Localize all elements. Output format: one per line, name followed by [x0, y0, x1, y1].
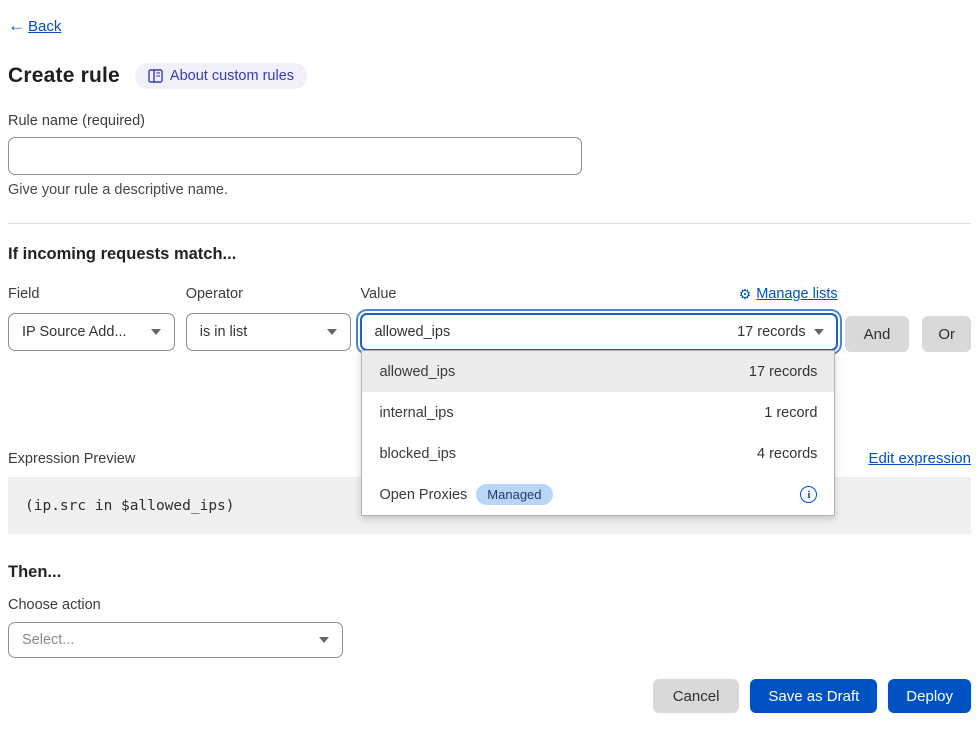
list-records: 1 record [764, 405, 817, 421]
deploy-button[interactable]: Deploy [888, 679, 971, 713]
edit-expression-link[interactable]: Edit expression [868, 450, 971, 467]
back-arrow-icon: ← [8, 16, 25, 36]
action-select[interactable]: Select... [8, 622, 343, 658]
dropdown-item-blocked-ips[interactable]: blocked_ips 4 records [362, 433, 834, 474]
cancel-button[interactable]: Cancel [653, 679, 740, 713]
chevron-down-icon [151, 329, 161, 335]
rule-name-input[interactable] [8, 137, 582, 175]
about-custom-rules-label: About custom rules [170, 68, 294, 84]
value-dropdown-panel: allowed_ips 17 records internal_ips 1 re… [361, 350, 835, 516]
then-section-heading: Then... [8, 563, 971, 582]
gear-icon: ⚙ [739, 286, 752, 303]
page-title: Create rule [8, 64, 120, 88]
operator-select-value: is in list [200, 324, 248, 340]
book-icon [148, 69, 163, 83]
dropdown-item-open-proxies[interactable]: Open Proxies Managed i [362, 474, 834, 515]
rule-name-label: Rule name (required) [8, 113, 971, 129]
chevron-down-icon [814, 329, 824, 335]
value-label: Value [360, 286, 396, 302]
value-select-wrap: allowed_ips 17 records allowed_ips 17 re… [360, 303, 837, 351]
back-link-label: Back [28, 18, 61, 35]
field-column: Field IP Source Add... [8, 285, 175, 351]
create-rule-page: ← Back Create rule About custom rules Ru… [0, 0, 979, 713]
about-custom-rules-link[interactable]: About custom rules [135, 63, 307, 89]
value-column: Value ⚙ Manage lists allowed_ips 17 reco… [360, 285, 837, 351]
expression-code: (ip.src in $allowed_ips) [25, 498, 235, 514]
field-label: Field [8, 286, 39, 302]
section-divider [8, 223, 971, 224]
info-icon[interactable]: i [800, 486, 817, 503]
operator-label: Operator [186, 286, 243, 302]
and-button[interactable]: And [845, 316, 910, 352]
field-select-value: IP Source Add... [22, 324, 127, 340]
list-records: 17 records [749, 364, 818, 380]
list-name: Open Proxies [379, 487, 467, 503]
andor-buttons: And Or [845, 285, 971, 352]
save-as-draft-button[interactable]: Save as Draft [750, 679, 877, 713]
chevron-down-icon [319, 637, 329, 643]
or-button[interactable]: Or [922, 316, 971, 352]
list-name: internal_ips [379, 405, 453, 421]
dropdown-item-allowed-ips[interactable]: allowed_ips 17 records [362, 351, 834, 392]
action-select-placeholder: Select... [22, 632, 74, 648]
managed-badge: Managed [476, 484, 552, 505]
value-select-value: allowed_ips [374, 324, 450, 340]
operator-column: Operator is in list [186, 285, 352, 351]
operator-select[interactable]: is in list [186, 313, 352, 351]
title-row: Create rule About custom rules [8, 63, 971, 89]
chevron-down-icon [327, 329, 337, 335]
choose-action-label: Choose action [8, 597, 971, 613]
back-link[interactable]: ← Back [8, 16, 61, 36]
manage-lists-label: Manage lists [756, 286, 837, 302]
condition-row: Field IP Source Add... Operator is in li… [8, 285, 971, 352]
list-name: blocked_ips [379, 446, 456, 462]
value-select-records: 17 records [737, 324, 806, 340]
manage-lists-link[interactable]: ⚙ Manage lists [739, 286, 838, 303]
dropdown-item-internal-ips[interactable]: internal_ips 1 record [362, 392, 834, 433]
match-section-heading: If incoming requests match... [8, 245, 971, 264]
list-name: allowed_ips [379, 364, 455, 380]
field-select[interactable]: IP Source Add... [8, 313, 175, 351]
expression-preview-label: Expression Preview [8, 451, 135, 467]
rule-name-helper: Give your rule a descriptive name. [8, 182, 971, 198]
value-select[interactable]: allowed_ips 17 records [360, 313, 837, 351]
list-records: 4 records [757, 446, 817, 462]
footer-actions: Cancel Save as Draft Deploy [8, 679, 971, 713]
